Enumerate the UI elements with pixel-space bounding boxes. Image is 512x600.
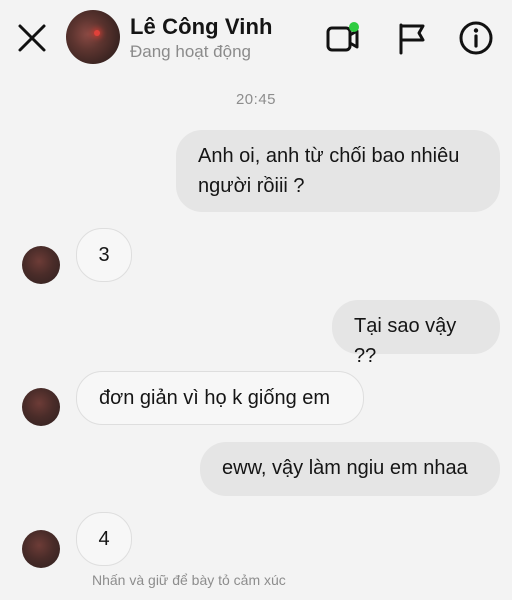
sender-avatar[interactable] xyxy=(22,246,60,284)
chat-screen: Lê Công Vinh Đang hoạt động 20:45 Anh oi… xyxy=(0,0,512,600)
report-button[interactable] xyxy=(392,18,432,58)
incoming-message[interactable]: 3 xyxy=(76,228,132,282)
info-icon xyxy=(459,21,493,55)
message-timestamp: 20:45 xyxy=(235,91,277,108)
message-text: eww, vậy làm ngiu em nhaa xyxy=(222,457,468,479)
incoming-message[interactable]: đơn giản vì họ k giống em xyxy=(76,371,364,425)
outgoing-message[interactable]: eww, vậy làm ngiu em nhaa xyxy=(200,442,500,496)
message-text: 3 xyxy=(98,244,110,266)
flag-icon xyxy=(399,23,425,55)
video-call-icon xyxy=(326,22,359,52)
online-dot xyxy=(349,22,359,32)
message-text: 4 xyxy=(98,528,110,550)
chat-header: Lê Công Vinh Đang hoạt động xyxy=(0,0,512,76)
message-line: Anh oi, anh từ chối bao nhiêu xyxy=(198,145,460,167)
sender-avatar[interactable] xyxy=(22,388,60,426)
reaction-hint: Nhấn và giữ để bày tỏ cảm xúc xyxy=(92,572,286,588)
message-text: Tại sao vậy ?? xyxy=(354,315,457,367)
close-button[interactable] xyxy=(14,20,50,56)
close-icon xyxy=(18,24,46,52)
contact-status: Đang hoạt động xyxy=(130,42,251,61)
video-call-button[interactable] xyxy=(322,18,362,58)
contact-avatar[interactable] xyxy=(66,10,120,64)
incoming-message[interactable]: 4 xyxy=(76,512,132,566)
contact-name[interactable]: Lê Công Vinh xyxy=(130,14,273,40)
message-text: đơn giản vì họ k giống em xyxy=(99,387,331,409)
sender-avatar[interactable] xyxy=(22,530,60,568)
outgoing-message[interactable]: Tại sao vậy ?? xyxy=(332,300,500,367)
outgoing-message[interactable]: Anh oi, anh từ chối bao nhiêu người rồii… xyxy=(176,130,500,212)
info-button[interactable] xyxy=(456,18,496,58)
message-line: người rồiii ? xyxy=(198,175,305,197)
